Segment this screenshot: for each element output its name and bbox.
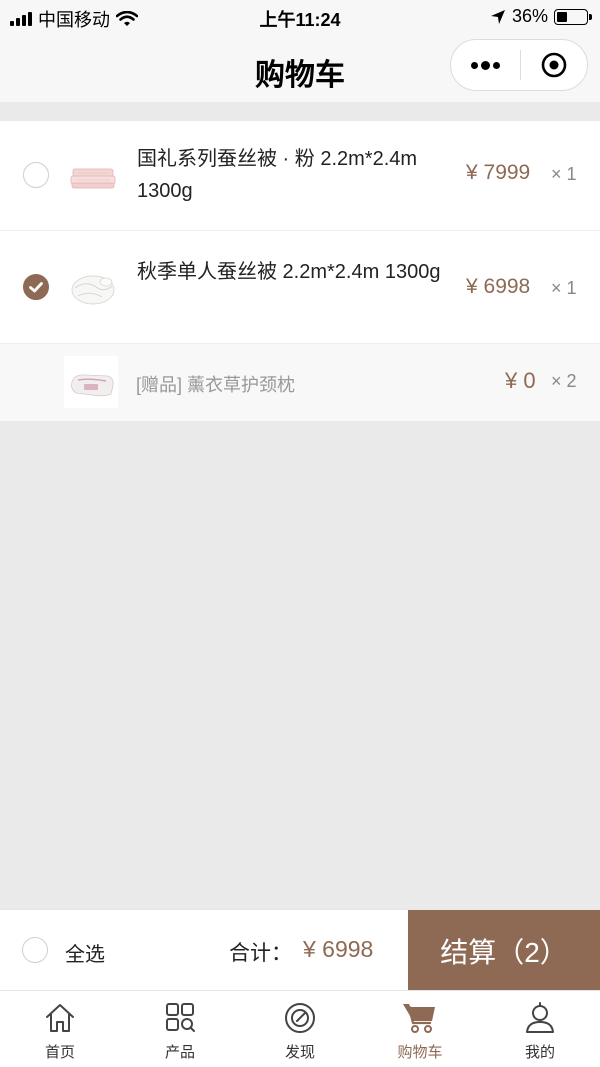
total-label: 合计： bbox=[229, 942, 292, 965]
user-icon bbox=[526, 1002, 554, 1033]
cart-list: 国礼系列蚕丝被 · 粉 2.2m*2.4m 1300g ¥ 7999 × 1 秋… bbox=[0, 121, 600, 421]
item-name: 秋季单人蚕丝被 2.2m*2.4m 1300g bbox=[137, 261, 441, 283]
tab-bar: 首页 产品 发现 购物车 我的 bbox=[0, 990, 600, 1067]
item-checkbox-checked[interactable] bbox=[23, 274, 49, 300]
item-price: ¥ 7999 bbox=[466, 161, 531, 184]
compass-icon bbox=[285, 1003, 315, 1033]
tab-label: 首页 bbox=[44, 1044, 75, 1061]
tab-discover[interactable]: 发现 bbox=[240, 991, 360, 1067]
grid-search-icon bbox=[166, 1003, 195, 1032]
status-bar: 中国移动 上午11:24 36% bbox=[0, 0, 600, 34]
tab-label: 我的 bbox=[524, 1044, 555, 1061]
checkmark-icon bbox=[29, 282, 43, 293]
gift-quantity: × 2 bbox=[551, 371, 577, 391]
total-value: ¥ 6998 bbox=[303, 936, 374, 962]
gift-price: ¥ 0 bbox=[505, 368, 536, 393]
tab-label: 产品 bbox=[164, 1044, 195, 1061]
nav-bar: 购物车 bbox=[0, 34, 600, 102]
battery-percent: 36% bbox=[511, 6, 548, 26]
item-quantity: × 1 bbox=[551, 164, 577, 184]
pillow-thumbnail bbox=[64, 356, 118, 408]
select-all-label[interactable]: 全选 bbox=[65, 938, 105, 967]
more-dots-icon bbox=[471, 60, 500, 70]
tab-label: 发现 bbox=[284, 1044, 315, 1061]
target-circle-icon bbox=[541, 52, 567, 78]
cart-icon bbox=[403, 1003, 435, 1033]
tab-profile[interactable]: 我的 bbox=[480, 991, 600, 1067]
tab-label: 购物车 bbox=[397, 1044, 443, 1061]
more-button[interactable] bbox=[451, 40, 520, 90]
item-name: 国礼系列蚕丝被 · 粉 2.2m*2.4m 1300g bbox=[137, 148, 418, 202]
mini-program-capsule bbox=[450, 39, 588, 91]
select-all-checkbox[interactable] bbox=[22, 937, 48, 963]
item-quantity: × 1 bbox=[551, 278, 577, 298]
checkout-bar: 全选 合计： ¥ 6998 结算（2） bbox=[0, 909, 600, 991]
pink-quilt-thumbnail bbox=[70, 168, 116, 189]
cart-item[interactable]: 秋季单人蚕丝被 2.2m*2.4m 1300g ¥ 6998 × 1 bbox=[0, 231, 600, 344]
item-price: ¥ 6998 bbox=[466, 275, 531, 298]
white-quilt-thumbnail bbox=[71, 275, 115, 305]
home-icon bbox=[46, 1004, 74, 1032]
gift-name: [赠品] 薰衣草护颈枕 bbox=[136, 375, 296, 395]
location-arrow-icon bbox=[490, 9, 505, 24]
battery-icon bbox=[554, 8, 592, 25]
cart-item[interactable]: 国礼系列蚕丝被 · 粉 2.2m*2.4m 1300g ¥ 7999 × 1 bbox=[0, 121, 600, 231]
tab-cart[interactable]: 购物车 bbox=[360, 991, 480, 1067]
close-mini-program-button[interactable] bbox=[521, 40, 587, 90]
checkout-button[interactable]: 结算（2） bbox=[408, 910, 600, 991]
item-checkbox[interactable] bbox=[23, 162, 49, 188]
tab-home[interactable]: 首页 bbox=[0, 991, 120, 1067]
gift-item: [赠品] 薰衣草护颈枕 ¥ 0 × 2 bbox=[0, 344, 600, 421]
tab-products[interactable]: 产品 bbox=[120, 991, 240, 1067]
